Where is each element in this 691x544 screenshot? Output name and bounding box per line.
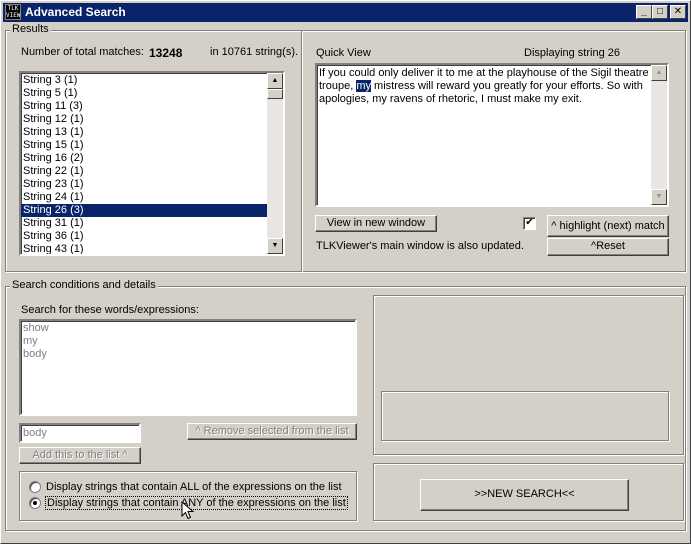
check-mark-icon: ✔ [525, 217, 534, 228]
quick-view-scrollbar[interactable]: ▲ ▼ [651, 65, 667, 205]
scroll-thumb[interactable] [267, 89, 283, 99]
results-divider [301, 30, 302, 272]
displaying-string-label: Displaying string 26 [524, 47, 620, 59]
result-list-item[interactable]: String 24 (1) [21, 191, 267, 204]
scroll-down-icon: ▼ [271, 242, 279, 249]
minimize-icon: _ [641, 6, 647, 17]
result-list-item[interactable]: String 16 (2) [21, 152, 267, 165]
reset-button[interactable]: ^Reset [547, 238, 669, 256]
match-any-radio[interactable] [29, 497, 41, 509]
result-list-item[interactable]: String 36 (1) [21, 230, 267, 243]
match-all-label[interactable]: Display strings that contain ALL of the … [46, 481, 342, 493]
view-in-new-window-button[interactable]: View in new window [315, 215, 437, 232]
details-inner-panel [381, 391, 669, 441]
match-any-label[interactable]: Display strings that contain ANY of the … [45, 496, 348, 510]
close-button[interactable]: ✕ [670, 5, 686, 19]
advanced-search-window: TLK VIEW Advanced Search _ □ ✕ Results N… [0, 0, 691, 544]
result-list-item[interactable]: String 26 (3) [21, 204, 267, 217]
search-expressions-label: Search for these words/expressions: [21, 304, 199, 316]
match-all-radio[interactable] [29, 481, 41, 493]
result-list-item[interactable]: String 11 (3) [21, 100, 267, 113]
expression-input-value: body [23, 427, 47, 439]
expression-input[interactable]: body [19, 423, 141, 443]
radio-selected-dot [33, 501, 37, 505]
quick-view-scroll-up[interactable]: ▲ [651, 65, 667, 81]
new-search-button[interactable]: >>NEW SEARCH<< [420, 479, 629, 511]
remove-selected-button[interactable]: ^ Remove selected from the list [187, 423, 357, 440]
close-icon: ✕ [673, 6, 683, 17]
scroll-up-button[interactable]: ▲ [267, 73, 283, 89]
quick-view-scroll-down[interactable]: ▼ [651, 189, 667, 205]
title-bar[interactable]: TLK VIEW Advanced Search _ □ ✕ [3, 3, 688, 22]
window-title: Advanced Search [25, 5, 126, 19]
expression-list-item[interactable]: body [21, 348, 355, 361]
scroll-down-button[interactable]: ▼ [267, 238, 283, 254]
add-to-list-button[interactable]: Add this to the list ^ [19, 447, 141, 464]
result-list-item[interactable]: String 12 (1) [21, 113, 267, 126]
mouse-pointer-icon [181, 501, 195, 520]
result-list-item[interactable]: String 13 (1) [21, 126, 267, 139]
result-list-item[interactable]: String 5 (1) [21, 87, 267, 100]
scroll-up-icon: ▲ [271, 77, 279, 84]
minimize-button[interactable]: _ [636, 5, 652, 19]
results-scrollbar[interactable]: ▲ ▼ [267, 73, 283, 254]
match-highlight: my [356, 80, 371, 92]
highlight-next-match-button[interactable]: ^ highlight (next) match [547, 215, 669, 237]
expression-list-item[interactable]: my [21, 335, 355, 348]
strings-count-info: in 10761 string(s). [210, 46, 299, 58]
quick-view-textarea[interactable]: If you could only deliver it to me at th… [315, 63, 669, 207]
expression-list-item[interactable]: show [21, 322, 355, 335]
tlk-viewer-app-icon: TLK VIEW [5, 4, 21, 20]
matches-count: 13248 [149, 46, 183, 60]
results-group-title: Results [10, 23, 51, 35]
matches-label: Number of total matches: [21, 46, 144, 58]
scroll-down-icon: ▼ [655, 193, 663, 200]
sync-checkbox[interactable]: ✔ [523, 217, 536, 230]
search-conditions-title: Search conditions and details [10, 279, 158, 291]
result-list-item[interactable]: String 43 (1) [21, 243, 267, 254]
maximize-icon: □ [656, 6, 664, 17]
result-list-item[interactable]: String 23 (1) [21, 178, 267, 191]
quick-view-label: Quick View [316, 47, 371, 59]
scroll-up-icon: ▲ [655, 69, 663, 76]
quick-view-text: If you could only deliver it to me at th… [319, 67, 649, 105]
result-list-item[interactable]: String 15 (1) [21, 139, 267, 152]
expressions-listbox[interactable]: show my body [19, 319, 357, 416]
main-window-updated-note: TLKViewer's main window is also updated. [316, 240, 524, 252]
maximize-button[interactable]: □ [652, 5, 668, 19]
result-list-item[interactable]: String 3 (1) [21, 74, 267, 87]
results-listbox[interactable]: String 3 (1) String 5 (1) String 11 (3) Str… [19, 71, 285, 256]
result-list-item[interactable]: String 22 (1) [21, 165, 267, 178]
result-list-item[interactable]: String 31 (1) [21, 217, 267, 230]
